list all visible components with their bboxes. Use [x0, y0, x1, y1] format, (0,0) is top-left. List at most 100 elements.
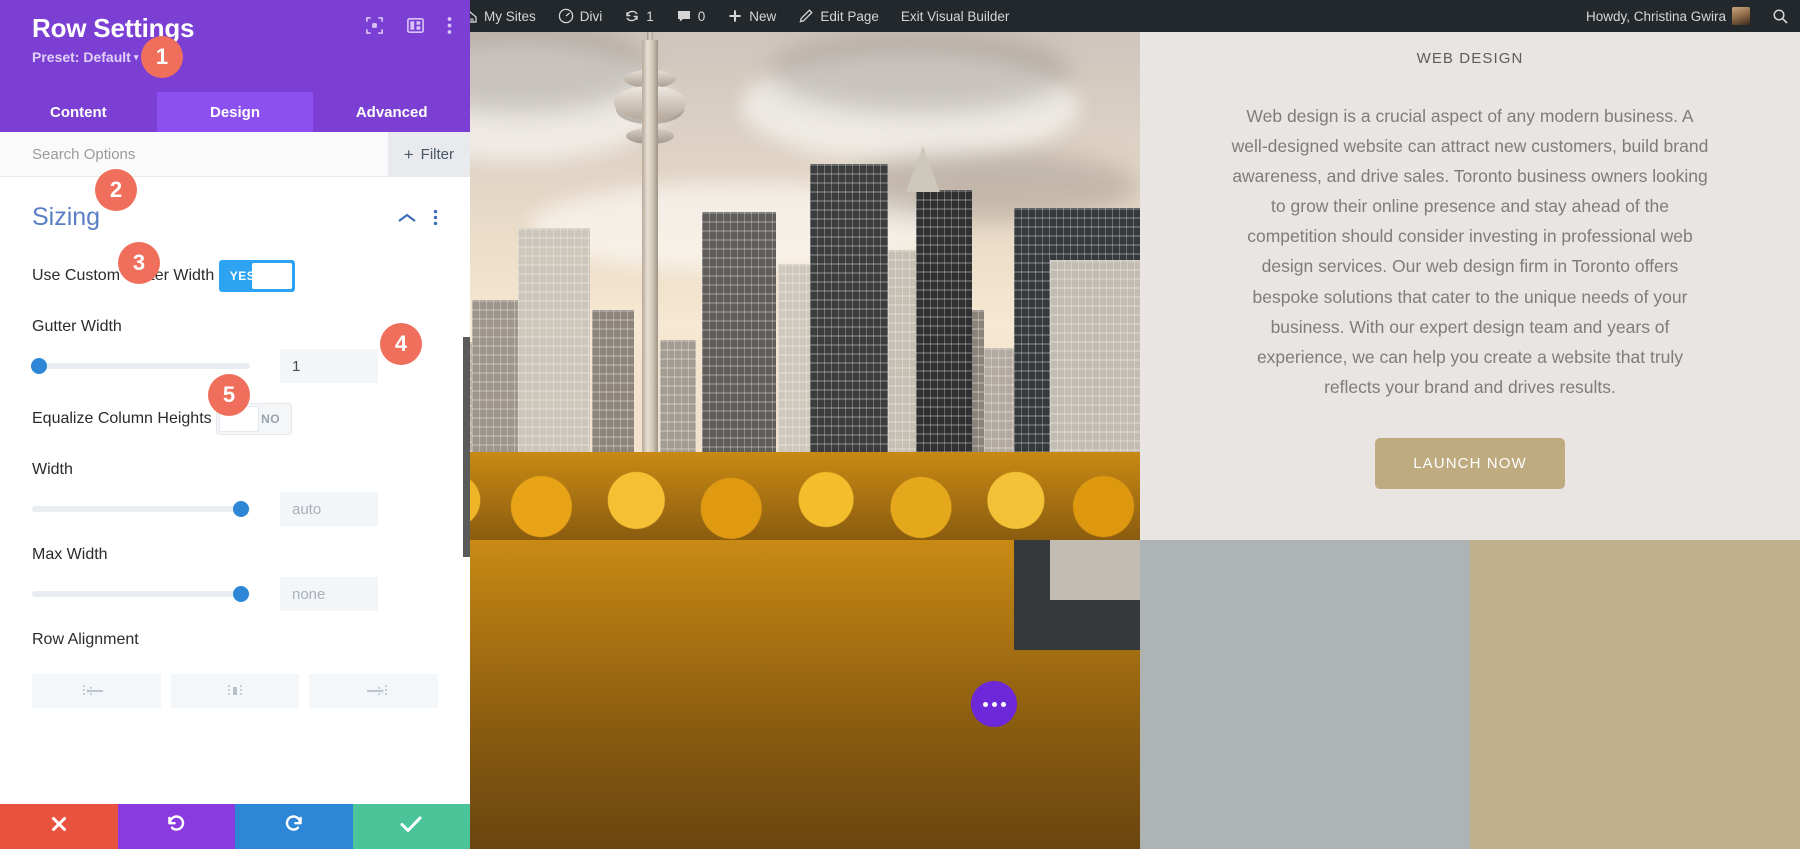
exit-visual-builder-label: Exit Visual Builder	[901, 9, 1010, 24]
max-width-row: none	[32, 577, 438, 611]
align-right-button[interactable]	[309, 674, 438, 708]
width-value[interactable]: auto	[280, 492, 378, 526]
filter-button[interactable]: + Filter	[388, 132, 470, 177]
toggle-state-label: YES	[219, 269, 256, 283]
callout-badge-5: 5	[208, 374, 250, 416]
tab-design[interactable]: Design	[157, 92, 314, 132]
page-preview: WEB DESIGN Web design is a crucial aspec…	[410, 32, 1800, 849]
sizing-section-header[interactable]: Sizing	[32, 177, 438, 240]
building	[1050, 260, 1140, 460]
slider-knob[interactable]	[233, 501, 249, 517]
comments-count: 0	[698, 9, 706, 24]
gutter-width-slider[interactable]	[32, 363, 250, 369]
field-use-custom-gutter-width: Use Custom Gutter Width YES	[32, 260, 438, 298]
cloud-shape	[770, 32, 1070, 112]
image-strip-column	[410, 540, 1140, 849]
building	[702, 212, 776, 460]
chevron-up-icon[interactable]	[397, 212, 417, 224]
field-max-width: Max Width none	[32, 546, 438, 611]
field-width: Width auto	[32, 461, 438, 526]
panel-footer	[0, 804, 470, 849]
redo-button[interactable]	[235, 804, 353, 849]
redo-icon	[283, 813, 305, 840]
pencil-icon	[798, 8, 814, 24]
search-icon	[1772, 8, 1789, 25]
panel-scrollbar[interactable]	[463, 337, 470, 557]
tab-advanced[interactable]: Advanced	[313, 92, 470, 132]
align-center-button[interactable]	[171, 674, 300, 708]
panel-header-icons	[365, 16, 452, 35]
field-label: Width	[32, 461, 73, 479]
kebab-menu-icon[interactable]	[433, 209, 438, 226]
edit-page-label: Edit Page	[820, 9, 879, 24]
flower-foreground	[410, 452, 1140, 540]
dot-icon	[983, 702, 988, 707]
section-paragraph: Web design is a crucial aspect of any mo…	[1231, 101, 1709, 402]
slider-knob[interactable]	[233, 586, 249, 602]
comments-item[interactable]: 0	[665, 0, 717, 32]
preset-selector[interactable]: Preset: Default▾	[32, 49, 448, 65]
gutter-width-value[interactable]: 1	[280, 349, 378, 383]
hero-image-column	[410, 32, 1140, 540]
exit-visual-builder-item[interactable]: Exit Visual Builder	[890, 0, 1021, 32]
new-label: New	[749, 9, 776, 24]
search-input[interactable]	[0, 146, 388, 163]
comment-bubble-icon	[676, 8, 692, 24]
undo-icon	[165, 813, 187, 840]
callout-badge-2: 2	[95, 169, 137, 211]
launch-now-button[interactable]: LAUNCH NOW	[1375, 438, 1565, 489]
admin-search-button[interactable]	[1761, 0, 1800, 32]
filter-label: Filter	[421, 146, 454, 163]
align-left-button[interactable]	[32, 674, 161, 708]
preset-label: Preset: Default	[32, 49, 131, 65]
check-icon	[399, 814, 423, 839]
divi-item[interactable]: Divi	[547, 0, 614, 32]
cancel-button[interactable]	[0, 804, 118, 849]
new-item[interactable]: New	[716, 0, 787, 32]
search-row: + Filter	[0, 132, 470, 177]
undo-button[interactable]	[118, 804, 236, 849]
field-gutter-width: Gutter Width 1	[32, 318, 438, 383]
cn-tower-shaft	[642, 40, 658, 460]
width-row: auto	[32, 492, 438, 526]
use-custom-gutter-width-toggle[interactable]: YES	[219, 260, 295, 292]
layout-columns-icon[interactable]	[406, 16, 425, 35]
callout-badge-3: 3	[118, 242, 160, 284]
slider-knob[interactable]	[31, 358, 47, 374]
row-alignment-options	[32, 674, 438, 708]
updates-item[interactable]: 1	[613, 0, 665, 32]
section-eyebrow: WEB DESIGN	[1417, 50, 1524, 67]
save-button[interactable]	[353, 804, 471, 849]
plus-icon: +	[404, 146, 414, 163]
panel-header: Row Settings Preset: Default▾	[0, 0, 470, 92]
callout-badge-4: 4	[380, 323, 422, 365]
account-item[interactable]: Howdy, Christina Gwira	[1575, 0, 1761, 32]
tab-content[interactable]: Content	[0, 92, 157, 132]
building-lower	[1050, 540, 1140, 600]
max-width-slider[interactable]	[32, 591, 250, 597]
wp-admin-bar: W My Sites Divi 1 0	[410, 0, 1800, 32]
dot-icon	[1001, 702, 1006, 707]
avatar	[1732, 7, 1750, 25]
max-width-value[interactable]: none	[280, 577, 378, 611]
close-icon	[49, 814, 69, 839]
width-slider[interactable]	[32, 506, 250, 512]
hero-row: WEB DESIGN Web design is a crucial aspec…	[410, 32, 1800, 540]
building	[660, 340, 696, 460]
hero-text-column: WEB DESIGN Web design is a crucial aspec…	[1140, 32, 1800, 540]
updates-refresh-icon	[624, 8, 640, 24]
edit-page-item[interactable]: Edit Page	[787, 0, 890, 32]
building	[518, 228, 590, 460]
kebab-menu-icon[interactable]	[447, 16, 452, 35]
focus-icon[interactable]	[365, 16, 384, 35]
more-options-fab[interactable]	[971, 681, 1017, 727]
tan-color-block	[1470, 540, 1800, 849]
gray-color-block	[1140, 540, 1470, 849]
row-settings-panel: Row Settings Preset: Default▾ Content De…	[0, 0, 470, 849]
divi-label: Divi	[580, 9, 603, 24]
dot-icon	[992, 702, 997, 707]
callout-badge-1: 1	[141, 36, 183, 78]
field-label: Equalize Column Heights	[32, 410, 212, 428]
building	[592, 310, 634, 460]
building	[472, 300, 518, 460]
